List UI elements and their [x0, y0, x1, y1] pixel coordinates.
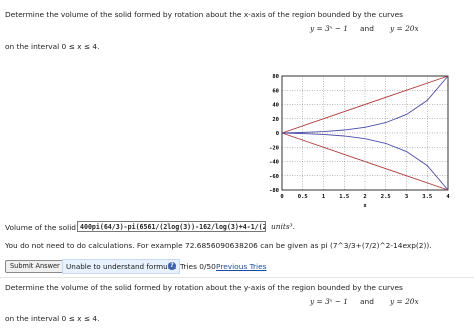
- y-tick-label: -60: [269, 174, 279, 180]
- x-tick-label: 0.5: [298, 194, 308, 200]
- y-tick-label: 0: [276, 131, 279, 137]
- x-tick-label: 2: [363, 194, 366, 200]
- volume-region-chart: 0 0.5 1 1.5 2 2.5 3 3.5 4 80 60 40 20 0 -20 -40 -60 -80 x: [269, 74, 450, 209]
- y-tick-label: -20: [269, 145, 279, 151]
- y-tick-label: 60: [272, 88, 279, 94]
- problem1-curve2: y = 20x: [390, 24, 419, 33]
- x-tick-label: 3.5: [422, 194, 432, 200]
- submit-answer-button[interactable]: Submit Answer: [5, 260, 65, 273]
- y-tick-label: 20: [272, 117, 279, 123]
- problem2-prompt: Determine the volume of the solid formed…: [5, 283, 403, 292]
- y-tick-label: -40: [269, 160, 279, 166]
- units-label: units³.: [271, 222, 295, 231]
- problem1-and: and: [360, 24, 374, 33]
- x-tick-label: 0: [280, 194, 283, 200]
- help-icon[interactable]: ?: [168, 262, 176, 270]
- y-tick-label: 40: [272, 103, 279, 109]
- problem1-interval: on the interval 0 ≤ x ≤ 4.: [5, 42, 100, 51]
- answer-label: Volume of the solid is: [5, 223, 85, 232]
- problem2-and: and: [360, 297, 374, 306]
- hint-text: You do not need to do calculations. For …: [5, 241, 432, 250]
- y-tick-label: 80: [272, 74, 279, 80]
- previous-tries-link[interactable]: Previous Tries: [216, 262, 267, 271]
- x-tick-label: 3: [405, 194, 408, 200]
- status-text: Unable to understand formula.: [66, 262, 177, 271]
- problem2-curve1: y = 3ˣ − 1: [310, 297, 348, 306]
- problem2-curve2: y = 20x: [390, 297, 419, 306]
- problem1-prompt: Determine the volume of the solid formed…: [5, 10, 403, 19]
- problem2-interval: on the interval 0 ≤ x ≤ 4.: [5, 314, 100, 323]
- x-tick-label: 1: [322, 194, 326, 200]
- status-badge: Unable to understand formula.: [62, 259, 181, 274]
- problem1-curve1: y = 3ˣ − 1: [310, 24, 348, 33]
- x-tick-label: 2.5: [381, 194, 391, 200]
- x-tick-label: 1.5: [339, 194, 349, 200]
- y-tick-label: -80: [269, 188, 279, 194]
- tries-count: Tries 0/50: [180, 262, 216, 271]
- problem-divider: [0, 277, 474, 278]
- x-axis-label: x: [363, 203, 367, 209]
- answer-input[interactable]: 400pi(64/3)-pi(6561/(2log(3))-162/log(3)…: [77, 221, 266, 232]
- x-tick-label: 4: [446, 194, 450, 200]
